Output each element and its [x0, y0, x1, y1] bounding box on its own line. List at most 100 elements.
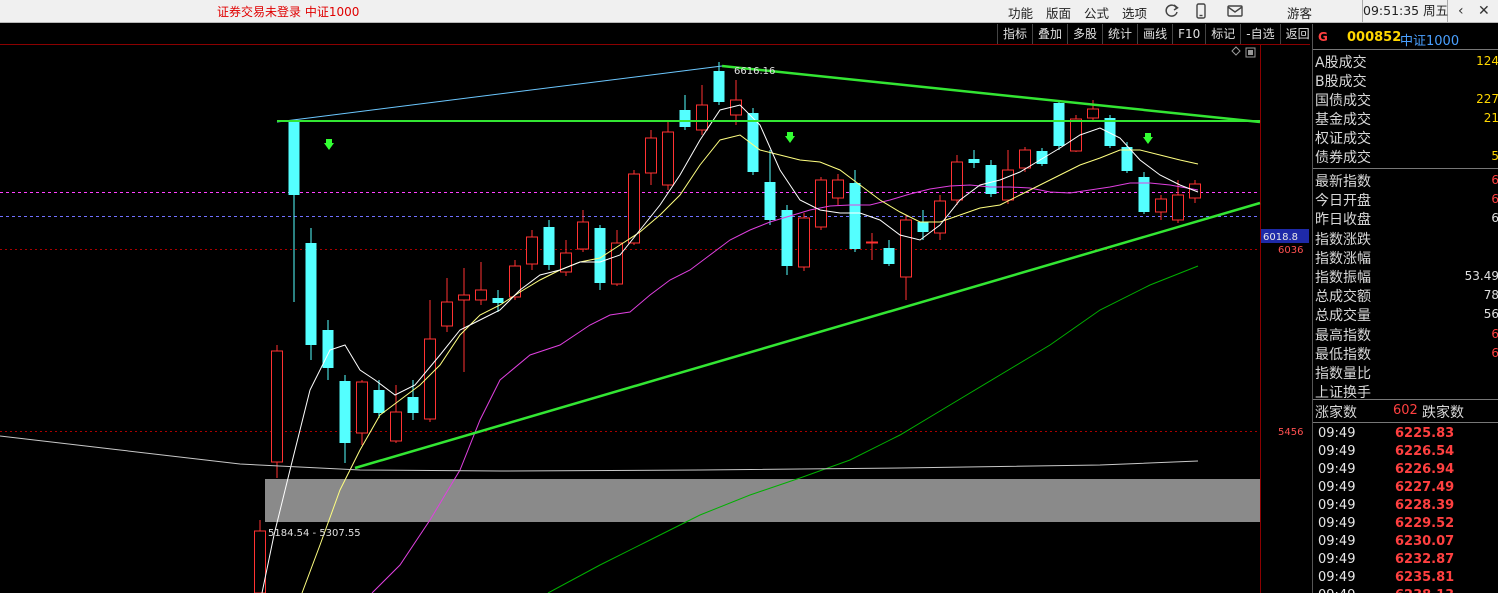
kline-chart[interactable]: 6616.16 5184.54 - 5307.55 6018.8 6036 54…	[0, 0, 1312, 593]
field-label: 最低指数	[1315, 346, 1371, 363]
field-label: 指数涨跌	[1315, 231, 1371, 248]
high-price-label: 6616.16	[734, 66, 775, 77]
field-value: 6	[1491, 173, 1498, 187]
field-value: 6	[1491, 346, 1498, 360]
candle-down	[968, 159, 980, 163]
field-label: 基金成交	[1315, 112, 1371, 128]
field-value: 6	[1491, 211, 1498, 225]
stock-name: 中证1000	[1400, 34, 1460, 49]
field-label: 最高指数	[1315, 327, 1371, 344]
close-icon[interactable]: ✕	[1478, 0, 1490, 22]
tick-price: 6230.07	[1395, 534, 1455, 549]
field-label: A股成交	[1315, 55, 1367, 71]
candle-down	[339, 381, 351, 443]
field-label: 指数振幅	[1315, 270, 1371, 286]
field-label: 最新指数	[1315, 174, 1371, 190]
tick-price: 6225.83	[1395, 426, 1455, 441]
tick-row: 09:49 6230.07	[1313, 533, 1498, 551]
candle-down	[985, 165, 997, 194]
field-value: 6	[1491, 192, 1498, 206]
candle-up	[832, 179, 844, 199]
window-icon-inner	[1248, 50, 1253, 55]
gap-zone	[265, 479, 1260, 522]
tick-price: 6226.54	[1395, 444, 1455, 459]
tick-row: 09:49 6226.54	[1313, 443, 1498, 461]
candle-up	[900, 219, 912, 278]
back-icon[interactable]: ‹	[1458, 0, 1464, 22]
candle-down	[713, 71, 725, 102]
tick-row: 09:49 6235.81	[1313, 569, 1498, 587]
up-count-label: 涨家数	[1315, 405, 1357, 421]
field-label: 今日开盘	[1315, 193, 1371, 210]
tick-time: 09:49	[1318, 516, 1356, 531]
tick-time: 09:49	[1318, 534, 1356, 549]
axis-tick-upper: 6036	[1278, 245, 1303, 256]
candle-down	[1138, 177, 1150, 212]
market-breadth: 涨家数 602 跌家数	[1313, 402, 1498, 421]
tick-time: 09:49	[1318, 426, 1356, 441]
tick-price: 6228.39	[1395, 498, 1455, 513]
field-label: 总成交额	[1315, 289, 1371, 306]
price-tag-text: 6018.8	[1263, 232, 1298, 243]
field-value: 6	[1491, 327, 1498, 341]
candle-up	[390, 411, 402, 442]
tick-row: 09:49 6228.39	[1313, 497, 1498, 515]
field-label: 指数涨幅	[1315, 250, 1371, 267]
candle-up	[1172, 194, 1184, 221]
candle-down	[407, 397, 419, 413]
quote-header: G 000852 中证1000	[1313, 26, 1498, 50]
candle-up	[1002, 169, 1014, 201]
quote-panel: G 000852 中证1000 A股成交 124 B股成交国债成交 227 基金成交 21…	[1312, 24, 1498, 593]
divider	[1313, 49, 1498, 50]
field-value: 78	[1483, 288, 1498, 303]
divider	[1313, 399, 1498, 400]
candle-up	[866, 241, 878, 244]
candle-up	[645, 137, 657, 174]
tick-time: 09:49	[1318, 570, 1356, 585]
tick-price: 6232.87	[1395, 552, 1455, 567]
divider	[1313, 422, 1498, 423]
field-label: 国债成交	[1315, 93, 1371, 109]
tick-price: 6235.81	[1395, 570, 1455, 585]
divider	[1313, 168, 1498, 169]
candle-up	[696, 104, 708, 131]
field-value: 53.49	[1464, 269, 1498, 283]
candle-down	[305, 243, 317, 345]
down-count-label: 跌家数	[1422, 405, 1464, 421]
candle-up	[458, 294, 470, 301]
candle-up	[475, 289, 487, 301]
field-value: 21	[1483, 111, 1498, 125]
candle-up	[1155, 198, 1167, 213]
tick-row: 09:49 6225.83	[1313, 425, 1498, 443]
tick-time: 09:49	[1318, 552, 1356, 567]
candle-up	[730, 99, 742, 116]
candle-down	[883, 248, 895, 264]
candle-up	[951, 161, 963, 201]
field-label: 权证成交	[1315, 131, 1371, 147]
tick-price: 6229.52	[1395, 516, 1455, 531]
candle-down	[1053, 103, 1065, 146]
field-label: 昨日收盘	[1315, 212, 1371, 229]
candle-up	[356, 381, 368, 434]
field-value: 227	[1476, 92, 1498, 106]
tick-price: 6226.94	[1395, 462, 1455, 477]
candle-down	[373, 390, 385, 413]
candle-up	[271, 350, 283, 463]
tick-time: 09:49	[1318, 480, 1356, 495]
candle-down	[917, 222, 929, 232]
candle-down	[492, 298, 504, 303]
candle-down	[764, 182, 776, 220]
tick-time: 09:49	[1318, 498, 1356, 513]
candle-down	[849, 183, 861, 249]
field-value: 124	[1476, 54, 1498, 68]
up-count-value: 602	[1393, 403, 1418, 418]
candle-up	[798, 217, 810, 268]
tick-row: 09:49 6226.94	[1313, 461, 1498, 479]
candle-down	[1036, 151, 1048, 164]
flag-badge: G	[1318, 30, 1328, 44]
candle-up	[662, 131, 674, 186]
field-label: B股成交	[1315, 74, 1367, 90]
range-label: 5184.54 - 5307.55	[268, 528, 361, 539]
candle-up	[815, 179, 827, 228]
tick-row: 09:49 6227.49	[1313, 479, 1498, 497]
